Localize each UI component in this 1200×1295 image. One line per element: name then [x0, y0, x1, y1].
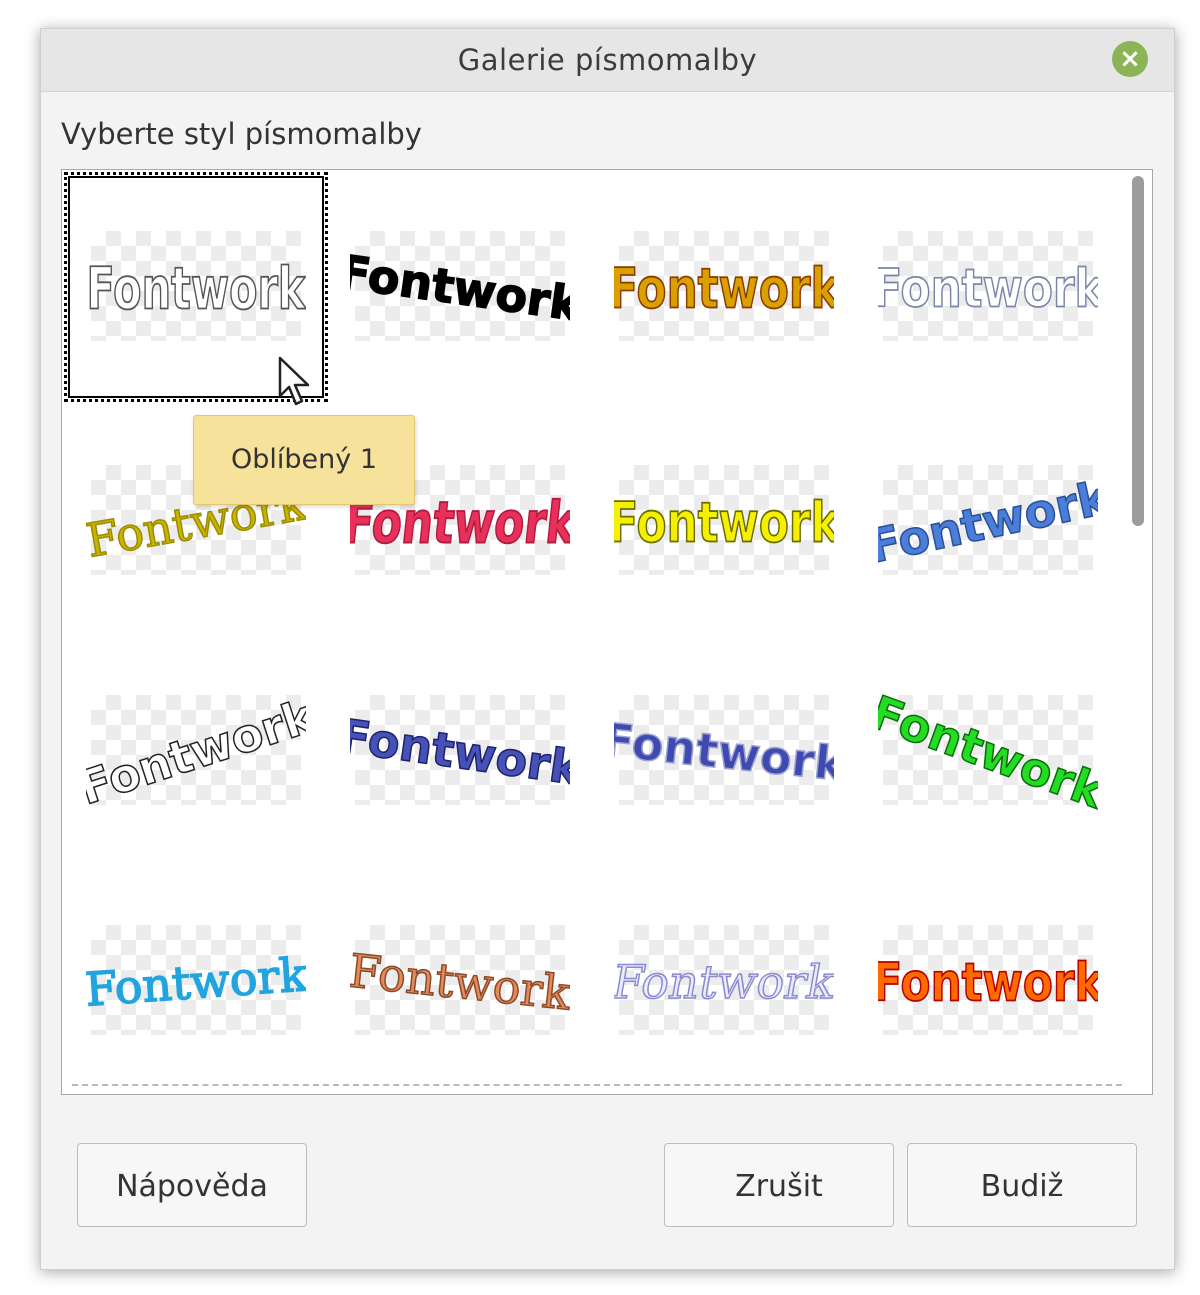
ok-button[interactable]: Budiž — [907, 1143, 1137, 1227]
fontwork-preview-text: Fontwork — [350, 708, 570, 796]
fontwork-style-item[interactable]: Fontwork — [330, 640, 570, 850]
fontwork-preview: Fontwork — [614, 712, 834, 793]
fontwork-style-item[interactable]: Fontwork — [594, 410, 834, 620]
fontwork-style-item[interactable]: Fontwork — [858, 640, 1098, 850]
fontwork-style-grid[interactable]: Fontwork Fontwork Fontwork Fontwork Fontwork… — [61, 169, 1153, 1095]
fontwork-preview-text: Fontwork — [614, 491, 834, 555]
fontwork-preview: Fontwork — [878, 952, 1098, 1015]
fontwork-preview: Fontwork — [878, 469, 1098, 574]
fontwork-preview: Fontwork — [350, 708, 570, 797]
fontwork-preview: Fontwork — [878, 684, 1098, 820]
fontwork-style-item[interactable]: Fontwork — [330, 870, 570, 1080]
fontwork-preview-text: Fontwork — [878, 953, 1098, 1014]
next-row-divider — [72, 1084, 1122, 1086]
title-bar[interactable]: Galerie písmomalby × — [41, 29, 1174, 92]
fontwork-style-item[interactable]: Fontwork — [858, 176, 1098, 386]
close-icon[interactable]: × — [1112, 41, 1148, 77]
fontwork-preview: Fontwork — [350, 943, 570, 1022]
style-prompt-label: Vyberte styl písmomalby — [61, 117, 422, 151]
fontwork-style-item[interactable]: Fontwork — [594, 176, 834, 386]
fontwork-preview-text: Fontwork — [86, 688, 306, 815]
fontwork-style-item[interactable]: Fontwork — [330, 176, 570, 386]
fontwork-gallery-dialog: Galerie písmomalby × Vyberte styl písmom… — [40, 28, 1175, 1270]
fontwork-style-item[interactable]: Fontwork — [594, 640, 834, 850]
fontwork-style-item[interactable]: Fontwork — [858, 410, 1098, 620]
mouse-pointer-icon — [278, 356, 310, 406]
fontwork-style-item[interactable]: Fontwork — [66, 640, 306, 850]
fontwork-preview-text: Fontwork — [878, 470, 1098, 574]
fontwork-preview-text: Fontwork — [614, 712, 834, 791]
fontwork-preview-text: Fontwork — [614, 257, 834, 321]
fontwork-style-item[interactable]: Fontwork — [858, 870, 1098, 1080]
fontwork-preview-text: Fontwork — [350, 944, 570, 1021]
fontwork-preview-text: Fontwork — [350, 244, 570, 332]
fontwork-preview-text: Fontwork — [878, 259, 1098, 320]
fontwork-preview: Fontwork — [86, 946, 306, 1017]
fontwork-preview-text: Fontwork — [878, 685, 1098, 819]
vertical-scrollbar[interactable] — [1132, 176, 1144, 1086]
fontwork-preview: Fontwork — [614, 955, 834, 1010]
fontwork-preview: Fontwork — [86, 687, 306, 815]
fontwork-style-item[interactable]: Fontwork — [594, 870, 834, 1080]
fontwork-style-item[interactable]: Fontwork — [66, 870, 306, 1080]
fontwork-preview: Fontwork — [614, 490, 834, 556]
fontwork-preview: Fontwork — [614, 256, 834, 322]
help-button[interactable]: Nápověda — [77, 1143, 307, 1227]
cancel-button[interactable]: Zrušit — [664, 1143, 894, 1227]
fontwork-preview: Fontwork — [878, 258, 1098, 321]
fontwork-preview-text: Fontwork — [86, 947, 306, 1016]
fontwork-preview-text: Fontwork — [614, 955, 834, 1009]
dialog-title: Galerie písmomalby — [457, 43, 758, 77]
scrollbar-thumb[interactable] — [1132, 176, 1144, 526]
fontwork-preview: Fontwork — [350, 244, 570, 333]
item-tooltip: Oblíbený 1 — [193, 415, 415, 505]
